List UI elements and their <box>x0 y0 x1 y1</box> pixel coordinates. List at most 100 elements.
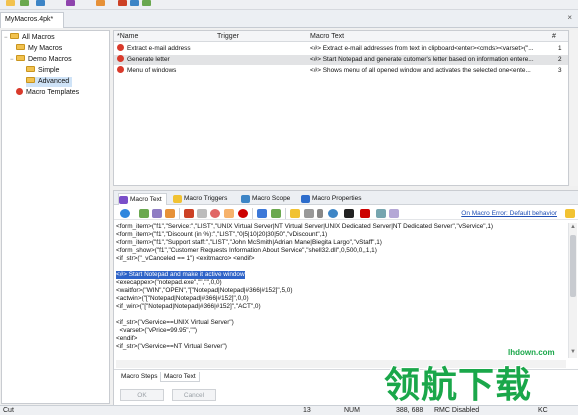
wrench-icon <box>301 195 310 203</box>
macro-list-header: *Name Trigger Macro Text # <box>114 31 568 42</box>
lightning-icon <box>173 195 182 203</box>
macro-list-scrollbar[interactable] <box>570 30 578 186</box>
code-line: <if_str>("vService==NT Virtual Server") <box>116 343 227 350</box>
code-vertical-scrollbar[interactable]: ▲ ▼ <box>568 223 577 358</box>
status-message: Cut <box>3 407 14 414</box>
toolbar-icon[interactable] <box>66 0 75 6</box>
toolbar-icon[interactable] <box>96 0 105 6</box>
tree-item-label: All Macros <box>22 34 55 41</box>
code-line: <execappex>("notepad.exe","","",0,0) <box>116 279 222 286</box>
tab-macro-scope[interactable]: Macro Scope <box>241 193 290 205</box>
globe-icon[interactable] <box>120 209 130 218</box>
column-header-name[interactable]: *Name <box>117 33 138 40</box>
editor-tabs: Macro Text Macro Triggers Macro Scope Ma… <box>114 191 578 205</box>
macro-text-icon <box>119 196 128 204</box>
tree-item-label: Advanced <box>38 78 70 85</box>
toolbar-icon[interactable] <box>20 0 29 6</box>
tree-item-macro-templates[interactable]: Macro Templates <box>16 87 79 98</box>
folder-icon <box>16 44 25 51</box>
format-icon[interactable] <box>304 209 314 218</box>
macro-code-editor[interactable]: <form_item>("f1","Service:","LIST","UNIX… <box>116 223 564 357</box>
command-icon[interactable] <box>152 209 162 218</box>
document-tab-label: MyMacros.4pk* <box>5 16 54 23</box>
tree-item-demo-macros[interactable]: − Demo Macros <box>10 55 72 65</box>
font-icon[interactable] <box>344 209 354 218</box>
column-header-macro-text[interactable]: Macro Text <box>310 33 344 40</box>
paste-icon[interactable] <box>224 209 234 218</box>
macro-number-cell: 1 <box>558 45 562 52</box>
code-line: <if_str>("vService==UNIX Virtual Server"… <box>116 319 234 326</box>
editor-toolbar: On Macro Error: Default behavior <box>114 206 578 220</box>
code-line: <form_show>("f1","Customer Requests Info… <box>116 247 377 254</box>
folder-icon <box>16 55 25 62</box>
collapse-icon[interactable]: − <box>4 33 9 43</box>
folder-icon <box>10 33 19 40</box>
macro-list: *Name Trigger Macro Text # Extract e-mai… <box>113 30 569 186</box>
macro-icon <box>117 55 124 62</box>
folder-icon <box>26 66 35 73</box>
macro-name-cell: Extract e-mail address <box>117 44 213 54</box>
code-line: <endif> <box>116 335 138 342</box>
highlight-icon[interactable] <box>290 209 300 218</box>
table-row[interactable]: Extract e-mail address <#> Extract e-mai… <box>114 44 568 54</box>
on-macro-error-link[interactable]: On Macro Error: Default behavior <box>461 210 557 217</box>
macro-icon <box>16 87 23 95</box>
macro-name-cell: Menu of windows <box>117 66 213 76</box>
tree-item-all-macros[interactable]: − All Macros <box>4 33 55 43</box>
tab-macro-triggers[interactable]: Macro Triggers <box>173 193 227 205</box>
book-icon[interactable] <box>257 209 267 218</box>
code-line: <if_str>("_vCanceled == 1") <exitmacro> … <box>116 255 255 262</box>
tab-macro-text[interactable]: Macro Text <box>118 193 167 205</box>
code-line: <form_item>("f1","Service:","LIST","UNIX… <box>116 223 494 230</box>
chevron-down-icon[interactable] <box>317 209 323 218</box>
lightning-icon[interactable] <box>565 209 575 218</box>
code-line: <varset>("vPrice=99.95","") <box>116 327 198 334</box>
record-icon[interactable] <box>210 209 220 218</box>
cut-icon[interactable] <box>184 209 194 218</box>
pencil-icon[interactable] <box>165 209 175 218</box>
macro-icon <box>117 44 124 51</box>
toolbar-icon[interactable] <box>142 0 151 6</box>
code-line: <form_item>("f1","Discount (in %):","LIS… <box>116 231 328 238</box>
table-row[interactable]: Generate letter <#> Start Notepad and ge… <box>114 55 568 65</box>
tree-item-advanced[interactable]: Advanced <box>26 77 73 87</box>
search-icon[interactable] <box>328 209 338 218</box>
code-line-selected: <#> Start Notepad and make it active win… <box>116 271 245 279</box>
tab-macro-text-view[interactable]: Macro Text <box>160 372 200 382</box>
toolbar-icon[interactable] <box>130 0 139 6</box>
tab-macro-properties[interactable]: Macro Properties <box>301 193 362 205</box>
ok-button[interactable]: OK <box>120 389 164 401</box>
scroll-up-icon[interactable]: ▲ <box>570 224 576 230</box>
question-icon <box>241 195 250 203</box>
tree-item-label: Demo Macros <box>28 56 72 63</box>
toolbar-icon[interactable] <box>6 0 15 6</box>
code-line: <actwin>("["Notepad|Notepad|#366|#152]",… <box>116 295 249 302</box>
document-icon[interactable] <box>376 209 386 218</box>
table-row[interactable]: Menu of windows <#> Shows menu of all op… <box>114 66 568 76</box>
toolbar-icon[interactable] <box>118 0 127 6</box>
collapse-icon[interactable]: − <box>10 55 15 65</box>
watermark-logo: lhdown.com 领航下载 <box>382 346 578 415</box>
notes-icon[interactable] <box>389 209 399 218</box>
tree-item-label: Simple <box>38 67 60 74</box>
cancel-button[interactable]: Cancel <box>172 389 216 401</box>
run-icon[interactable] <box>271 209 281 218</box>
column-header-number[interactable]: # <box>552 33 556 40</box>
status-num-lock: NUM <box>344 407 360 414</box>
document-tab[interactable]: MyMacros.4pk* <box>0 12 64 28</box>
close-icon[interactable]: × <box>567 13 572 22</box>
toolbar-icon[interactable] <box>36 0 45 6</box>
top-toolbar <box>0 0 578 10</box>
macro-name-cell: Generate letter <box>117 55 213 65</box>
code-line: <waitfor>("WIN","OPEN","["Notepad|Notepa… <box>116 287 293 294</box>
tree-item-label: My Macros <box>28 45 63 52</box>
tree-item-my-macros[interactable]: My Macros <box>16 44 62 54</box>
copy-icon[interactable] <box>197 209 207 218</box>
stop-icon[interactable] <box>238 209 248 218</box>
scrollbar-thumb[interactable] <box>570 235 576 297</box>
warning-icon[interactable] <box>360 209 370 218</box>
tree-item-simple[interactable]: Simple <box>26 66 59 76</box>
column-header-trigger[interactable]: Trigger <box>217 33 239 40</box>
insert-icon[interactable] <box>139 209 149 218</box>
tab-macro-steps[interactable]: Macro Steps <box>118 372 161 382</box>
